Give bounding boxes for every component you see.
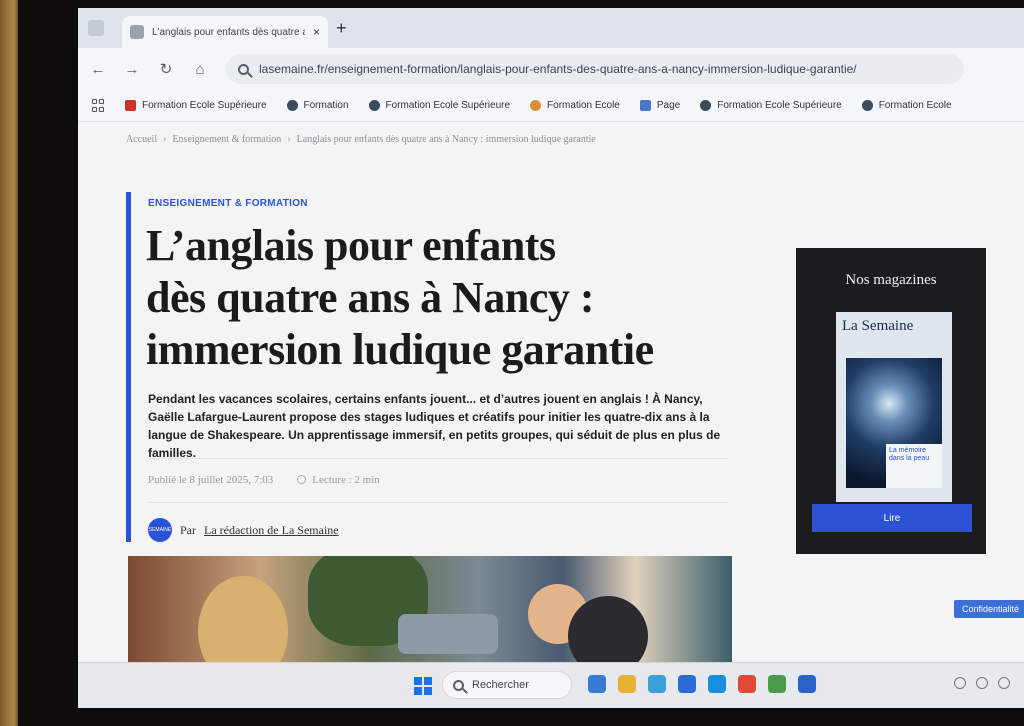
taskbar: Rechercher — [78, 662, 1024, 708]
photo-table — [398, 614, 498, 654]
browser-toolbar: ← → ↻ ⌂ lasemaine.fr/enseignement-format… — [78, 48, 1024, 90]
breadcrumb: Accueil › Enseignement & formation › Langlai… — [126, 134, 596, 145]
author-prefix: Par — [180, 522, 196, 537]
bookmark-item[interactable]: Formation Ecole — [861, 100, 952, 111]
photo-child-head — [198, 576, 288, 670]
apps-icon[interactable] — [92, 99, 105, 112]
site-favicon-icon — [130, 25, 144, 39]
clock-icon — [297, 475, 307, 484]
forward-icon[interactable]: → — [124, 61, 140, 78]
privacy-chip[interactable]: Confidentialité — [954, 600, 1024, 618]
cover-headline: La mémoire dans la peau — [886, 444, 942, 488]
screen: L'anglais pour enfants dès quatre ans à … — [78, 8, 1024, 708]
search-icon — [453, 679, 464, 691]
taskbar-app-icon[interactable] — [708, 675, 726, 693]
headline-line: immersion ludique garantie — [146, 325, 654, 374]
publish-date: Publié le 8 juillet 2025, 7:03 — [148, 474, 274, 486]
divider — [148, 502, 728, 503]
magazine-cover[interactable]: La Semaine La mémoire dans la peau — [836, 312, 952, 502]
bookmark-icon — [368, 100, 380, 111]
taskbar-app-icon[interactable] — [648, 675, 666, 693]
url-text: lasemaine.fr/enseignement-formation/lang… — [259, 62, 857, 76]
divider — [148, 458, 728, 459]
cover-masthead: La Semaine — [842, 318, 914, 334]
reload-icon[interactable]: ↻ — [158, 60, 174, 78]
bookmarks-bar: Formation Ecole Supérieure Formation For… — [78, 90, 1024, 122]
article-photo — [128, 556, 732, 670]
author-link[interactable]: La rédaction de La Semaine — [204, 523, 339, 538]
tab-title: L'anglais pour enfants dès quatre ans à … — [152, 26, 305, 38]
flag-icon — [125, 100, 136, 111]
author-byline: SEMAINE Par La rédaction de La Semaine — [148, 518, 339, 542]
article-category[interactable]: ENSEIGNEMENT & FORMATION — [148, 198, 308, 209]
home-icon[interactable]: ⌂ — [192, 61, 208, 78]
photo-child-head — [568, 596, 648, 670]
address-bar[interactable]: lasemaine.fr/enseignement-formation/lang… — [226, 54, 964, 84]
accent-bar — [126, 192, 131, 542]
bookmark-icon — [639, 100, 651, 111]
breadcrumb-separator: › — [163, 134, 167, 145]
bookmark-item[interactable]: Formation Ecole Supérieure — [368, 100, 510, 111]
headline-line: L’anglais pour enfants — [146, 221, 556, 270]
article-meta: Publié le 8 juillet 2025, 7:03 Lecture :… — [148, 474, 380, 486]
taskbar-app-icon[interactable] — [798, 675, 816, 693]
headline-line: dès quatre ans à Nancy : — [146, 273, 595, 322]
back-icon[interactable]: ← — [90, 61, 106, 78]
taskbar-search[interactable]: Rechercher — [442, 671, 572, 699]
bookmark-icon — [530, 100, 542, 111]
taskbar-app-icon[interactable] — [678, 675, 696, 693]
taskbar-search-placeholder: Rechercher — [472, 679, 529, 691]
breadcrumb-separator: › — [287, 134, 291, 145]
breadcrumb-current: Langlais pour enfants dès quatre ans à N… — [296, 134, 596, 145]
windows-start-icon[interactable] — [414, 677, 432, 695]
bookmark-icon — [700, 100, 712, 111]
bookmark-item[interactable]: Formation Ecole Supérieure — [700, 100, 842, 111]
taskbar-app-icon[interactable] — [588, 675, 606, 693]
article-page: Accueil › Enseignement & formation › Langlai… — [78, 122, 1024, 708]
volume-icon[interactable] — [976, 677, 988, 689]
bookmark-item[interactable]: Page — [639, 100, 680, 111]
magazine-widget-title: Nos magazines — [845, 272, 937, 288]
read-magazine-button[interactable]: Lire — [812, 504, 972, 532]
bookmark-item[interactable]: Formation Ecole Supérieure — [125, 100, 267, 111]
breadcrumb-section[interactable]: Enseignement & formation — [172, 134, 281, 145]
browser-tab[interactable]: L'anglais pour enfants dès quatre ans à … — [122, 16, 328, 48]
article-headline: L’anglais pour enfants dès quatre ans à … — [146, 220, 706, 376]
magazine-widget: Nos magazines La Semaine La mémoire dans… — [796, 248, 986, 554]
bookmark-item[interactable]: Formation — [286, 100, 349, 111]
close-tab-icon[interactable]: × — [313, 25, 320, 39]
tab-strip: L'anglais pour enfants dès quatre ans à … — [78, 8, 1024, 48]
battery-icon[interactable] — [998, 677, 1010, 689]
window-menu-icon[interactable] — [88, 20, 104, 36]
article-lede: Pendant les vacances scolaires, certains… — [148, 392, 721, 460]
author-avatar: SEMAINE — [148, 518, 172, 542]
new-tab-button[interactable]: + — [336, 19, 347, 37]
taskbar-app-icon[interactable] — [618, 675, 636, 693]
bookmark-icon — [286, 100, 298, 111]
bookmark-item[interactable]: Formation Ecole — [530, 100, 620, 111]
breadcrumb-home[interactable]: Accueil — [126, 134, 157, 145]
taskbar-app-icon[interactable] — [768, 675, 786, 693]
bookmark-icon — [861, 100, 873, 111]
search-icon — [238, 63, 249, 75]
reading-time: Lecture : 2 min — [297, 474, 380, 486]
taskbar-apps — [588, 675, 816, 693]
system-tray — [954, 677, 1010, 689]
taskbar-app-icon[interactable] — [738, 675, 756, 693]
network-icon[interactable] — [954, 677, 966, 689]
